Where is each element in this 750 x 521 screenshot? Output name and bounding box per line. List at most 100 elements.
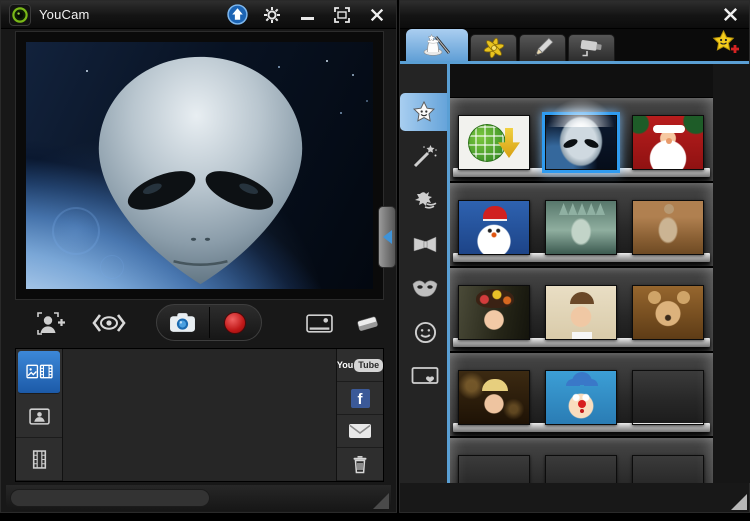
media-tab-photos[interactable] xyxy=(16,396,62,439)
effect-thumb-snowman[interactable] xyxy=(458,200,530,255)
category-masks-tab[interactable] xyxy=(403,269,447,307)
left-titlebar: YouCam xyxy=(1,1,396,29)
effect-slot xyxy=(458,455,530,483)
alien-avatar xyxy=(26,42,373,289)
snapshot-button[interactable] xyxy=(157,305,209,340)
shelf-row xyxy=(450,267,713,352)
tab-gadgets[interactable] xyxy=(470,34,517,61)
media-tab-all[interactable] xyxy=(18,351,60,394)
close-icon[interactable] xyxy=(366,4,388,26)
effect-slot xyxy=(632,370,704,425)
media-library: YouTube f xyxy=(15,348,384,482)
shelf-row xyxy=(450,437,713,483)
effect-thumb-golden-retriever[interactable] xyxy=(632,370,704,425)
record-icon xyxy=(224,312,246,334)
tab-surveillance[interactable] xyxy=(568,34,615,61)
effect-thumb-teddy-bear[interactable] xyxy=(632,285,704,340)
panel-collapse-handle[interactable] xyxy=(378,206,396,268)
shelf-row xyxy=(450,182,713,267)
media-filter-column xyxy=(16,349,62,481)
effect-thumb-clown[interactable] xyxy=(545,370,617,425)
effect-thumb-santa[interactable] xyxy=(632,115,704,170)
shelf-row xyxy=(450,97,713,182)
magic-hat-icon xyxy=(422,33,452,58)
effect-slot xyxy=(458,200,530,255)
effect-thumb-blond-man[interactable] xyxy=(458,370,530,425)
category-column xyxy=(400,64,447,483)
effect-thumb-woman-flowers[interactable] xyxy=(458,285,530,340)
close-icon[interactable] xyxy=(719,4,741,26)
category-emoticons-tab[interactable] xyxy=(403,313,447,351)
status-message-area xyxy=(10,489,210,507)
banner-icon xyxy=(412,233,438,255)
effect-slot xyxy=(545,115,617,170)
effect-slot xyxy=(632,285,704,340)
effects-panel-window: 头条号 / ITBang xyxy=(399,0,750,513)
magic-wand-icon xyxy=(412,143,438,169)
effect-slot xyxy=(458,285,530,340)
minimize-icon[interactable] xyxy=(296,4,318,26)
tab-draw[interactable] xyxy=(519,34,566,61)
resize-grip[interactable] xyxy=(373,493,389,509)
eraser-button[interactable] xyxy=(345,302,389,344)
effect-thumb-terracotta-warrior[interactable] xyxy=(632,200,704,255)
media-tab-videos[interactable] xyxy=(16,438,62,481)
effect-thumb-toy-sheep[interactable] xyxy=(632,455,704,483)
face-login-button[interactable] xyxy=(29,302,73,344)
shelf-row xyxy=(450,352,713,437)
effects-shelf xyxy=(450,64,713,483)
record-button[interactable] xyxy=(210,305,262,340)
fullscreen-icon[interactable] xyxy=(331,4,353,26)
splash-icon xyxy=(412,189,438,211)
delete-trash-button[interactable] xyxy=(337,448,383,481)
desktop: { "left_window": { "title": "YouCam", "t… xyxy=(0,0,750,521)
capture-pill xyxy=(156,304,262,341)
effect-slot xyxy=(545,285,617,340)
effect-slot xyxy=(632,455,704,483)
category-particles-tab[interactable] xyxy=(403,181,447,219)
effect-slot xyxy=(545,370,617,425)
effect-slot xyxy=(632,200,704,255)
media-library-list xyxy=(62,349,337,481)
share-column: YouTube f xyxy=(337,349,383,481)
download-more-effects-button[interactable] xyxy=(710,30,741,61)
effect-thumb-statue-of-liberty[interactable] xyxy=(545,200,617,255)
category-gadgets-tab[interactable] xyxy=(403,225,447,263)
effect-thumb-poodle[interactable] xyxy=(458,455,530,483)
face-tracking-eye-button[interactable] xyxy=(87,302,131,344)
star-face-plus-icon xyxy=(710,30,741,56)
pencil-icon xyxy=(530,36,556,60)
resize-grip[interactable] xyxy=(731,494,747,510)
youtube-upload-button[interactable]: YouTube xyxy=(337,349,383,382)
facebook-share-button[interactable]: f xyxy=(337,382,383,415)
settings-gear-icon[interactable] xyxy=(261,4,283,26)
effect-thumb-alien[interactable] xyxy=(545,115,617,170)
upgrade-icon[interactable] xyxy=(226,4,248,26)
category-avatars-tab[interactable] xyxy=(400,93,447,131)
effect-thumb-stone-head[interactable] xyxy=(545,455,617,483)
category-frames-tab[interactable] xyxy=(403,357,447,395)
tab-effects-room[interactable] xyxy=(406,29,468,61)
star-face-icon xyxy=(411,101,437,124)
smiley-icon xyxy=(414,321,437,344)
effect-slot xyxy=(458,370,530,425)
youtube-logo: YouTube xyxy=(337,359,383,372)
frame-heart-icon xyxy=(411,366,439,386)
email-share-button[interactable] xyxy=(337,415,383,448)
category-scenes-tab[interactable] xyxy=(403,137,447,175)
effect-slot xyxy=(545,455,617,483)
effect-slot xyxy=(545,200,617,255)
gold-flower-icon xyxy=(482,36,506,60)
webcam-preview xyxy=(26,42,373,289)
window-title: YouCam xyxy=(39,7,90,22)
status-bar xyxy=(6,485,391,511)
right-titlebar xyxy=(400,1,749,29)
pip-toggle-button[interactable] xyxy=(297,302,341,344)
surveillance-camera-icon xyxy=(578,37,606,59)
effects-tabbar xyxy=(400,29,749,61)
effect-slot xyxy=(632,115,704,170)
effect-thumb-cartoon-man[interactable] xyxy=(545,285,617,340)
youcam-main-window: YouCam xyxy=(0,0,397,513)
effect-slot xyxy=(458,115,530,170)
effect-thumb-globe-download[interactable] xyxy=(458,115,530,170)
